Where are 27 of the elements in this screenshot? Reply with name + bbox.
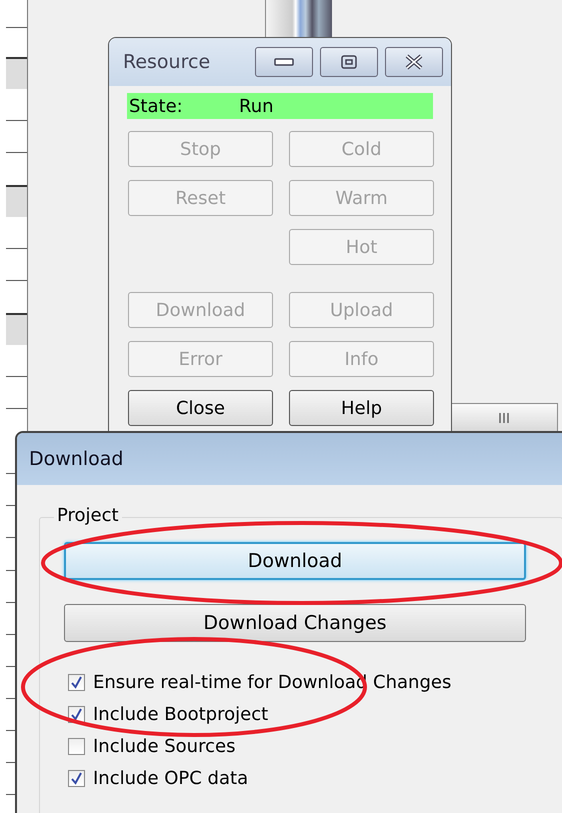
check-icon bbox=[70, 676, 83, 688]
group-label: Project bbox=[54, 505, 122, 526]
check-icon bbox=[70, 772, 83, 784]
resource-button[interactable]: Close bbox=[128, 390, 273, 426]
download-button[interactable]: Download bbox=[64, 542, 526, 580]
restore-button[interactable] bbox=[320, 47, 378, 77]
restore-icon bbox=[341, 55, 357, 69]
state-value: Run bbox=[239, 96, 274, 116]
option-label: Include Bootproject bbox=[93, 704, 268, 724]
minimize-icon bbox=[274, 58, 294, 66]
checkbox[interactable] bbox=[68, 674, 85, 690]
check-icon bbox=[70, 708, 83, 720]
checkbox[interactable] bbox=[68, 738, 85, 754]
state-label: State: bbox=[128, 96, 184, 116]
checkbox[interactable] bbox=[68, 770, 85, 786]
close-icon bbox=[404, 54, 424, 70]
close-button[interactable] bbox=[385, 47, 443, 77]
option-label: Include OPC data bbox=[93, 768, 248, 788]
scrollbar[interactable] bbox=[450, 403, 558, 433]
grip-icon bbox=[498, 413, 510, 423]
scrollbar[interactable] bbox=[265, 0, 332, 40]
window-title: Resource bbox=[123, 51, 212, 73]
resource-button[interactable]: Help bbox=[289, 390, 434, 426]
download-button[interactable]: Download Changes bbox=[64, 604, 526, 642]
option-label: Include Sources bbox=[93, 736, 236, 756]
dialog-title: Download bbox=[17, 433, 562, 485]
minimize-button[interactable] bbox=[255, 47, 313, 77]
